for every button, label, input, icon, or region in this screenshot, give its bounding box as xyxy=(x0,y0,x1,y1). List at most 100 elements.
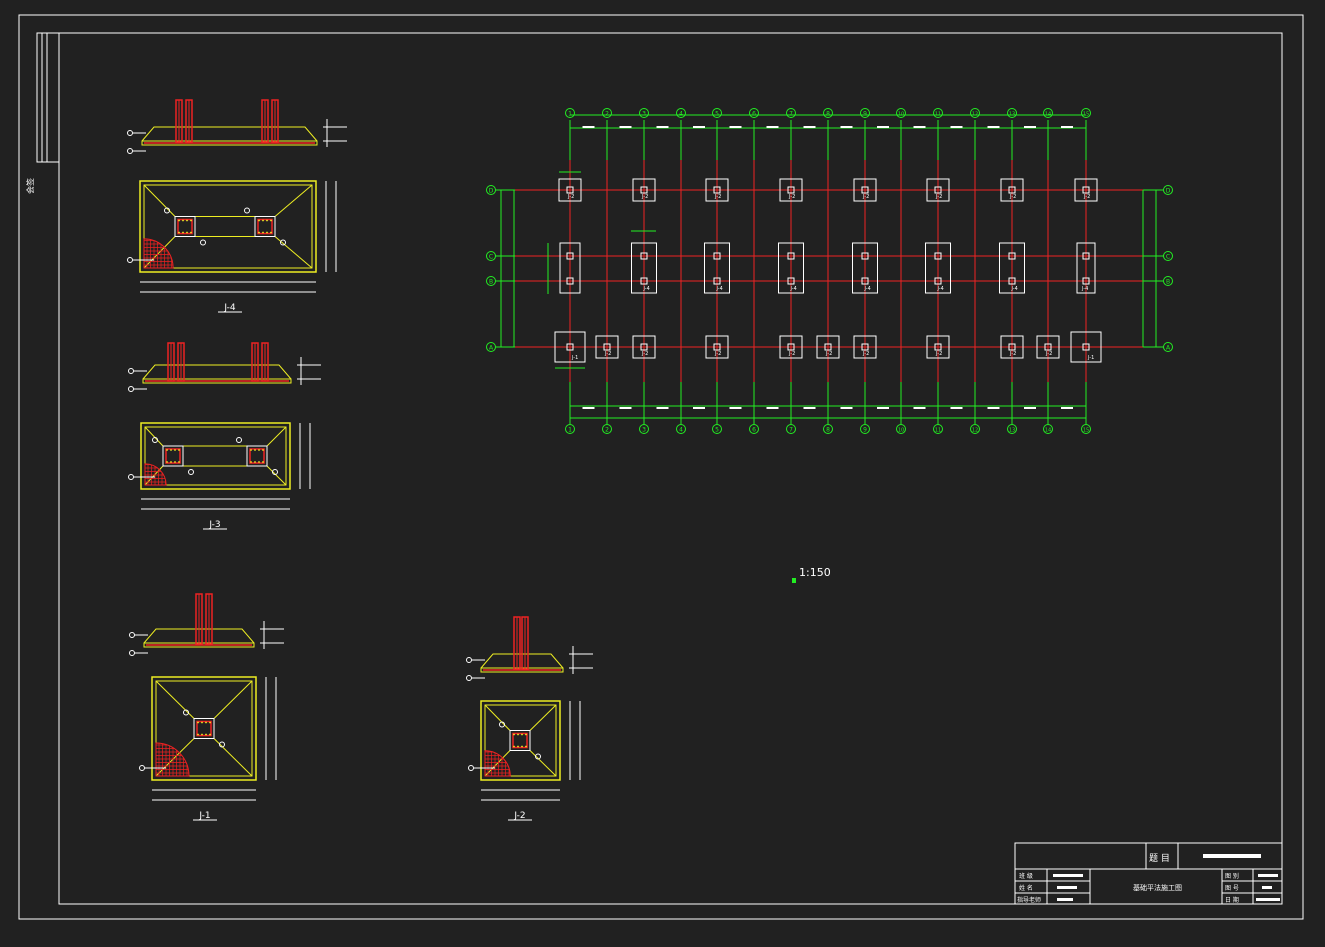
rebar-dot xyxy=(170,461,172,463)
rebar-dot xyxy=(517,745,519,748)
rebar-dot xyxy=(190,231,192,234)
rebar-dot xyxy=(266,219,268,222)
rebar-dot xyxy=(258,449,260,451)
bottom-dim-text-mark xyxy=(729,407,742,409)
detail-callout-bubble xyxy=(128,368,134,374)
axis-label-top-3: 3 xyxy=(642,111,646,118)
footing-tag: J-2 xyxy=(641,351,648,357)
detail-callout-bubble xyxy=(236,437,242,443)
slope-line xyxy=(144,426,164,447)
rebar-dot xyxy=(262,219,264,222)
rebar-dot xyxy=(182,231,184,234)
detail-callout-bubble xyxy=(127,130,133,136)
footing-section-profile xyxy=(142,364,292,380)
footing-tag: J-2 xyxy=(641,194,648,200)
column-rebar-square xyxy=(196,720,212,737)
rebar-dot xyxy=(270,219,272,222)
rebar-dot xyxy=(254,449,256,451)
cad-drawing-canvas: 会签 1 2 3 4 5 6 7 8 9 10 11 12 13 14 151 2 3 4 5 6 7 8 9 10 11 12 1… xyxy=(18,14,1304,920)
rebar-dot xyxy=(521,745,523,748)
tb-right-row-3: 日 期 xyxy=(1225,896,1239,904)
tb-left-row-2: 姓 名 xyxy=(1019,884,1033,892)
rebar-dot xyxy=(186,231,188,234)
foundation-plan: 1 2 3 4 5 6 7 8 9 10 11 12 13 14 151 2 3 4 5 6 7 8 9 10 11 12 13 14… xyxy=(486,108,1173,434)
slope-line xyxy=(213,680,253,719)
rebar-dot xyxy=(258,231,260,234)
footing-tag: J-1 xyxy=(571,355,578,361)
top-dim-text-mark xyxy=(729,126,742,128)
axis-label-top-12: 12 xyxy=(972,112,978,118)
top-dim-text-mark xyxy=(693,126,705,128)
footing-tag: J-2 xyxy=(714,351,721,357)
footing-tag: J-2 xyxy=(788,194,795,200)
axis-label-top-14: 14 xyxy=(1045,112,1051,118)
bottom-dim-text-mark xyxy=(766,407,779,409)
top-dim-text-mark xyxy=(1061,126,1073,128)
rebar-dot xyxy=(182,219,184,222)
axis-label-bottom-5: 5 xyxy=(715,427,719,434)
axis-label-bottom-8: 8 xyxy=(826,427,830,434)
footing-tag: J-4 xyxy=(1011,286,1018,292)
footing-tag: J-4 xyxy=(1081,286,1088,292)
column-rebar-square xyxy=(177,218,193,235)
axis-label-bottom-11: 11 xyxy=(935,428,941,434)
slope-line xyxy=(529,704,557,731)
axis-label-bottom-12: 12 xyxy=(972,428,978,434)
inner-drawing-frame xyxy=(58,32,1283,905)
rebar-dot xyxy=(166,461,168,463)
rebar-dot xyxy=(258,461,260,463)
rebar-dot xyxy=(166,449,168,451)
axis-label-top-10: 10 xyxy=(898,112,904,118)
axis-label-left-D: D xyxy=(489,188,494,195)
tb-right-row-2: 图 号 xyxy=(1225,885,1239,892)
column-rebar-square xyxy=(257,218,273,235)
rebar-dot xyxy=(513,745,515,748)
rebar-dot xyxy=(250,461,252,463)
rebar-dot xyxy=(178,449,180,451)
slope-line xyxy=(274,184,313,217)
rebar-dot xyxy=(270,231,272,234)
top-dim-text-mark xyxy=(1024,126,1036,128)
axis-label-top-9: 9 xyxy=(863,111,867,118)
rebar-dot xyxy=(178,219,180,222)
plan-scale-label: 1:150 xyxy=(799,566,831,579)
slope-line xyxy=(529,750,557,777)
top-dim-text-mark xyxy=(840,126,853,128)
rebar-dot xyxy=(209,733,211,736)
bottom-dim-text-mark xyxy=(913,407,926,409)
footing-tag: J-2 xyxy=(1009,351,1016,357)
footing-tag: J-2 xyxy=(567,194,574,200)
bottom-dim-text-mark xyxy=(803,407,816,409)
detail-callout-bubble xyxy=(128,474,134,480)
rebar-dot xyxy=(197,733,199,736)
rebar-dot xyxy=(521,733,523,736)
footing-tag: J-2 xyxy=(862,351,869,357)
axis-label-bottom-13: 13 xyxy=(1009,428,1015,434)
bottom-dim-text-mark xyxy=(950,407,963,409)
footing-tag: J-4 xyxy=(864,286,871,292)
footing-tag: J-2 xyxy=(788,351,795,357)
axis-label-top-2: 2 xyxy=(605,111,609,118)
rebar-dot xyxy=(170,449,172,451)
rebar-dot xyxy=(197,721,199,724)
footing-tag: J-2 xyxy=(862,194,869,200)
footing-tag: J-2 xyxy=(1009,194,1016,200)
rebar-dot xyxy=(525,733,527,736)
column-rebar-square xyxy=(512,732,528,749)
rebar-dot xyxy=(262,231,264,234)
axis-label-top-11: 11 xyxy=(935,112,941,118)
footing-tag: J-2 xyxy=(1045,351,1052,357)
axis-label-bottom-10: 10 xyxy=(898,428,904,434)
slope-line xyxy=(143,184,176,217)
detail-callout-bubble xyxy=(188,469,194,475)
drawing-name: 基础平法施工图 xyxy=(1133,883,1182,892)
bottom-dim-text-mark xyxy=(1024,407,1036,409)
rebar-dot xyxy=(178,231,180,234)
rebar-dot xyxy=(201,721,203,724)
top-dim-text-mark xyxy=(877,126,889,128)
axis-label-right-C: C xyxy=(1166,254,1170,261)
footing-tag: J-2 xyxy=(604,351,611,357)
rebar-dot xyxy=(186,219,188,222)
rebar-dot xyxy=(174,449,176,451)
top-dim-text-mark xyxy=(950,126,963,128)
